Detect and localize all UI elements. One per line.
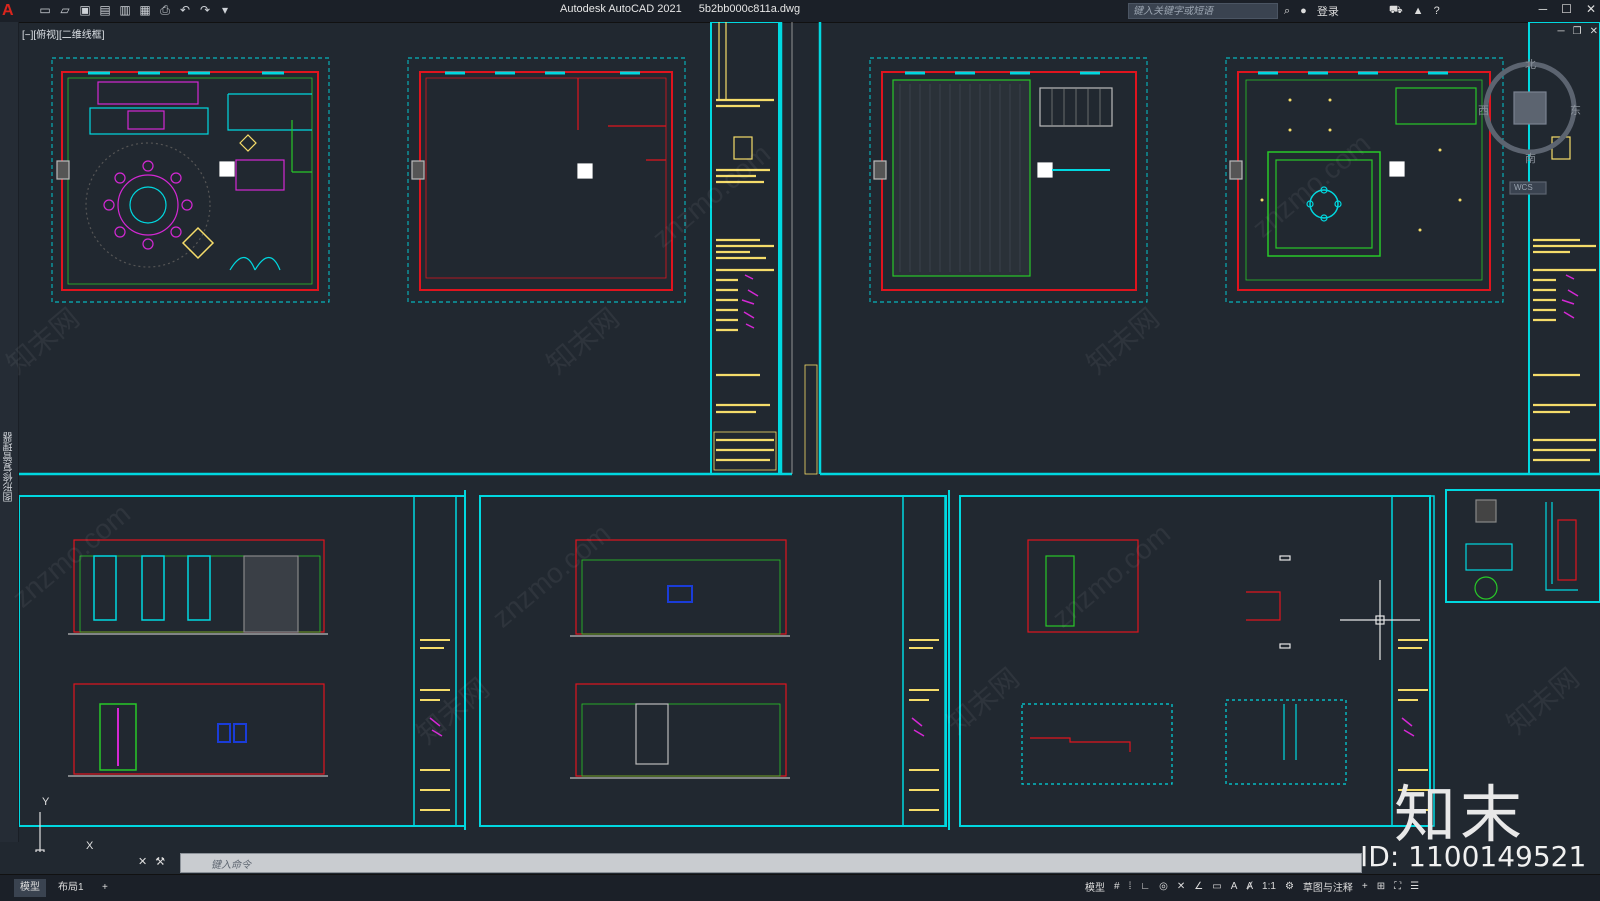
model-space-button[interactable]: 模型 bbox=[1085, 879, 1105, 894]
gear-icon[interactable]: ⚙ bbox=[1285, 881, 1294, 892]
help-icon[interactable]: ? bbox=[1434, 5, 1440, 17]
compass-north[interactable]: 北 bbox=[1525, 56, 1536, 72]
minimize-icon[interactable]: ─ bbox=[1539, 2, 1548, 16]
polar-icon[interactable]: ◎ bbox=[1159, 881, 1168, 892]
window-controls: ─ ☐ ✕ bbox=[1539, 2, 1596, 16]
side-panel-label: 图形修复管理器 bbox=[4, 432, 15, 502]
units-icon[interactable]: ⊞ bbox=[1377, 881, 1385, 892]
annotation-scale-icon[interactable]: Ⱥ bbox=[1246, 881, 1253, 892]
compass-east[interactable]: 东 bbox=[1570, 102, 1581, 118]
fullscreen-icon[interactable]: ⛶ bbox=[1394, 881, 1401, 892]
annotation-visibility-icon[interactable]: A bbox=[1231, 881, 1238, 892]
customize-qat-icon[interactable]: ▾ bbox=[218, 3, 232, 17]
close-icon[interactable]: ✕ bbox=[1586, 2, 1596, 16]
command-line[interactable]: 键入命令 bbox=[180, 853, 1362, 873]
print-icon[interactable]: ⎙ bbox=[158, 3, 172, 17]
search-icon[interactable]: ⌕ bbox=[1284, 5, 1290, 18]
workspace-select[interactable]: 草图与注释 bbox=[1303, 879, 1353, 894]
title-block-1 bbox=[710, 22, 780, 475]
save-as-icon[interactable]: ▤ bbox=[98, 3, 112, 17]
plot-preview-icon[interactable]: ▦ bbox=[138, 3, 152, 17]
undo-icon[interactable]: ↶ bbox=[178, 3, 192, 17]
status-bar: 模型 布局1 + 模型 # ⁞ ∟ ◎ ✕ ∠ ▭ A Ⱥ 1:1 ⚙ 草图与注… bbox=[0, 874, 1600, 901]
window-title: Autodesk AutoCAD 2021 5b2bb000c811a.dwg bbox=[560, 3, 814, 15]
tab-model[interactable]: 模型 bbox=[14, 879, 46, 897]
ucs-x-label: X bbox=[86, 840, 94, 852]
ucs-y-label: Y bbox=[42, 796, 50, 808]
app-name: Autodesk AutoCAD 2021 bbox=[560, 3, 682, 15]
autocad-logo-icon[interactable]: A bbox=[2, 2, 18, 20]
title-block-2 bbox=[1528, 22, 1600, 475]
compass-west[interactable]: 西 bbox=[1478, 102, 1489, 118]
save-icon[interactable]: ▣ bbox=[78, 3, 92, 17]
title-right-tools: ⌕ ● 登录 ⛟ ▲ ? bbox=[1284, 3, 1440, 19]
add-layout-button[interactable]: + bbox=[96, 879, 114, 897]
command-controls: ✕ ⚒ bbox=[138, 855, 165, 868]
ucs-icon bbox=[35, 812, 45, 852]
cart-icon[interactable]: ⛟ bbox=[1389, 4, 1403, 18]
maximize-icon[interactable]: ☐ bbox=[1561, 2, 1572, 16]
open-file-icon[interactable]: ▱ bbox=[58, 3, 72, 17]
command-customize-icon[interactable]: ⚒ bbox=[155, 855, 165, 868]
mini-details bbox=[1465, 499, 1578, 600]
publish-icon[interactable]: ▥ bbox=[118, 3, 132, 17]
id-watermark: ID: 1100149521 bbox=[1360, 840, 1587, 873]
osnap-icon[interactable]: ✕ bbox=[1177, 881, 1185, 892]
floor-plan-furniture bbox=[51, 57, 330, 303]
snap-icon[interactable]: ⁞ bbox=[1129, 881, 1132, 892]
command-close-icon[interactable]: ✕ bbox=[138, 855, 147, 868]
search-input[interactable]: 键入关键字或短语 bbox=[1128, 3, 1278, 19]
drawing-canvas[interactable] bbox=[19, 22, 1600, 852]
tab-layout1[interactable]: 布局1 bbox=[52, 879, 90, 897]
side-panel-tab[interactable]: 图形修复管理器 bbox=[0, 22, 19, 842]
floor-plan-empty bbox=[407, 57, 686, 303]
floor-plan-ceiling bbox=[1225, 57, 1504, 303]
floor-plan-finish bbox=[869, 57, 1148, 303]
file-name: 5b2bb000c811a.dwg bbox=[698, 3, 801, 15]
wcs-label[interactable]: WCS bbox=[1514, 183, 1533, 192]
lineweight-icon[interactable]: ▭ bbox=[1212, 881, 1221, 892]
menu-icon[interactable]: ☰ bbox=[1410, 881, 1419, 892]
status-tools: 模型 # ⁞ ∟ ◎ ✕ ∠ ▭ A Ⱥ 1:1 ⚙ 草图与注释 + ⊞ ⛶ ☰ bbox=[1085, 879, 1419, 894]
plus-icon[interactable]: + bbox=[1362, 881, 1368, 892]
compass-south[interactable]: 南 bbox=[1525, 150, 1536, 166]
detail-views bbox=[1021, 539, 1420, 785]
redo-icon[interactable]: ↷ bbox=[198, 3, 212, 17]
user-icon[interactable]: ● bbox=[1300, 5, 1307, 17]
new-file-icon[interactable]: ▭ bbox=[38, 3, 52, 17]
elevation-a bbox=[68, 539, 328, 777]
a360-icon[interactable]: ▲ bbox=[1413, 5, 1424, 17]
ortho-icon[interactable]: ∟ bbox=[1140, 881, 1150, 892]
quick-access-toolbar: ▭ ▱ ▣ ▤ ▥ ▦ ⎙ ↶ ↷ ▾ bbox=[38, 3, 232, 19]
grid-icon[interactable]: # bbox=[1114, 881, 1120, 892]
login-link[interactable]: 登录 bbox=[1317, 3, 1339, 19]
scale-select[interactable]: 1:1 bbox=[1262, 881, 1276, 892]
title-bar: A ▭ ▱ ▣ ▤ ▥ ▦ ⎙ ↶ ↷ ▾ Autodesk AutoCAD 2… bbox=[0, 0, 1600, 23]
otrack-icon[interactable]: ∠ bbox=[1194, 881, 1203, 892]
command-input[interactable]: 键入命令 bbox=[211, 856, 251, 871]
elevation-b bbox=[570, 539, 790, 779]
